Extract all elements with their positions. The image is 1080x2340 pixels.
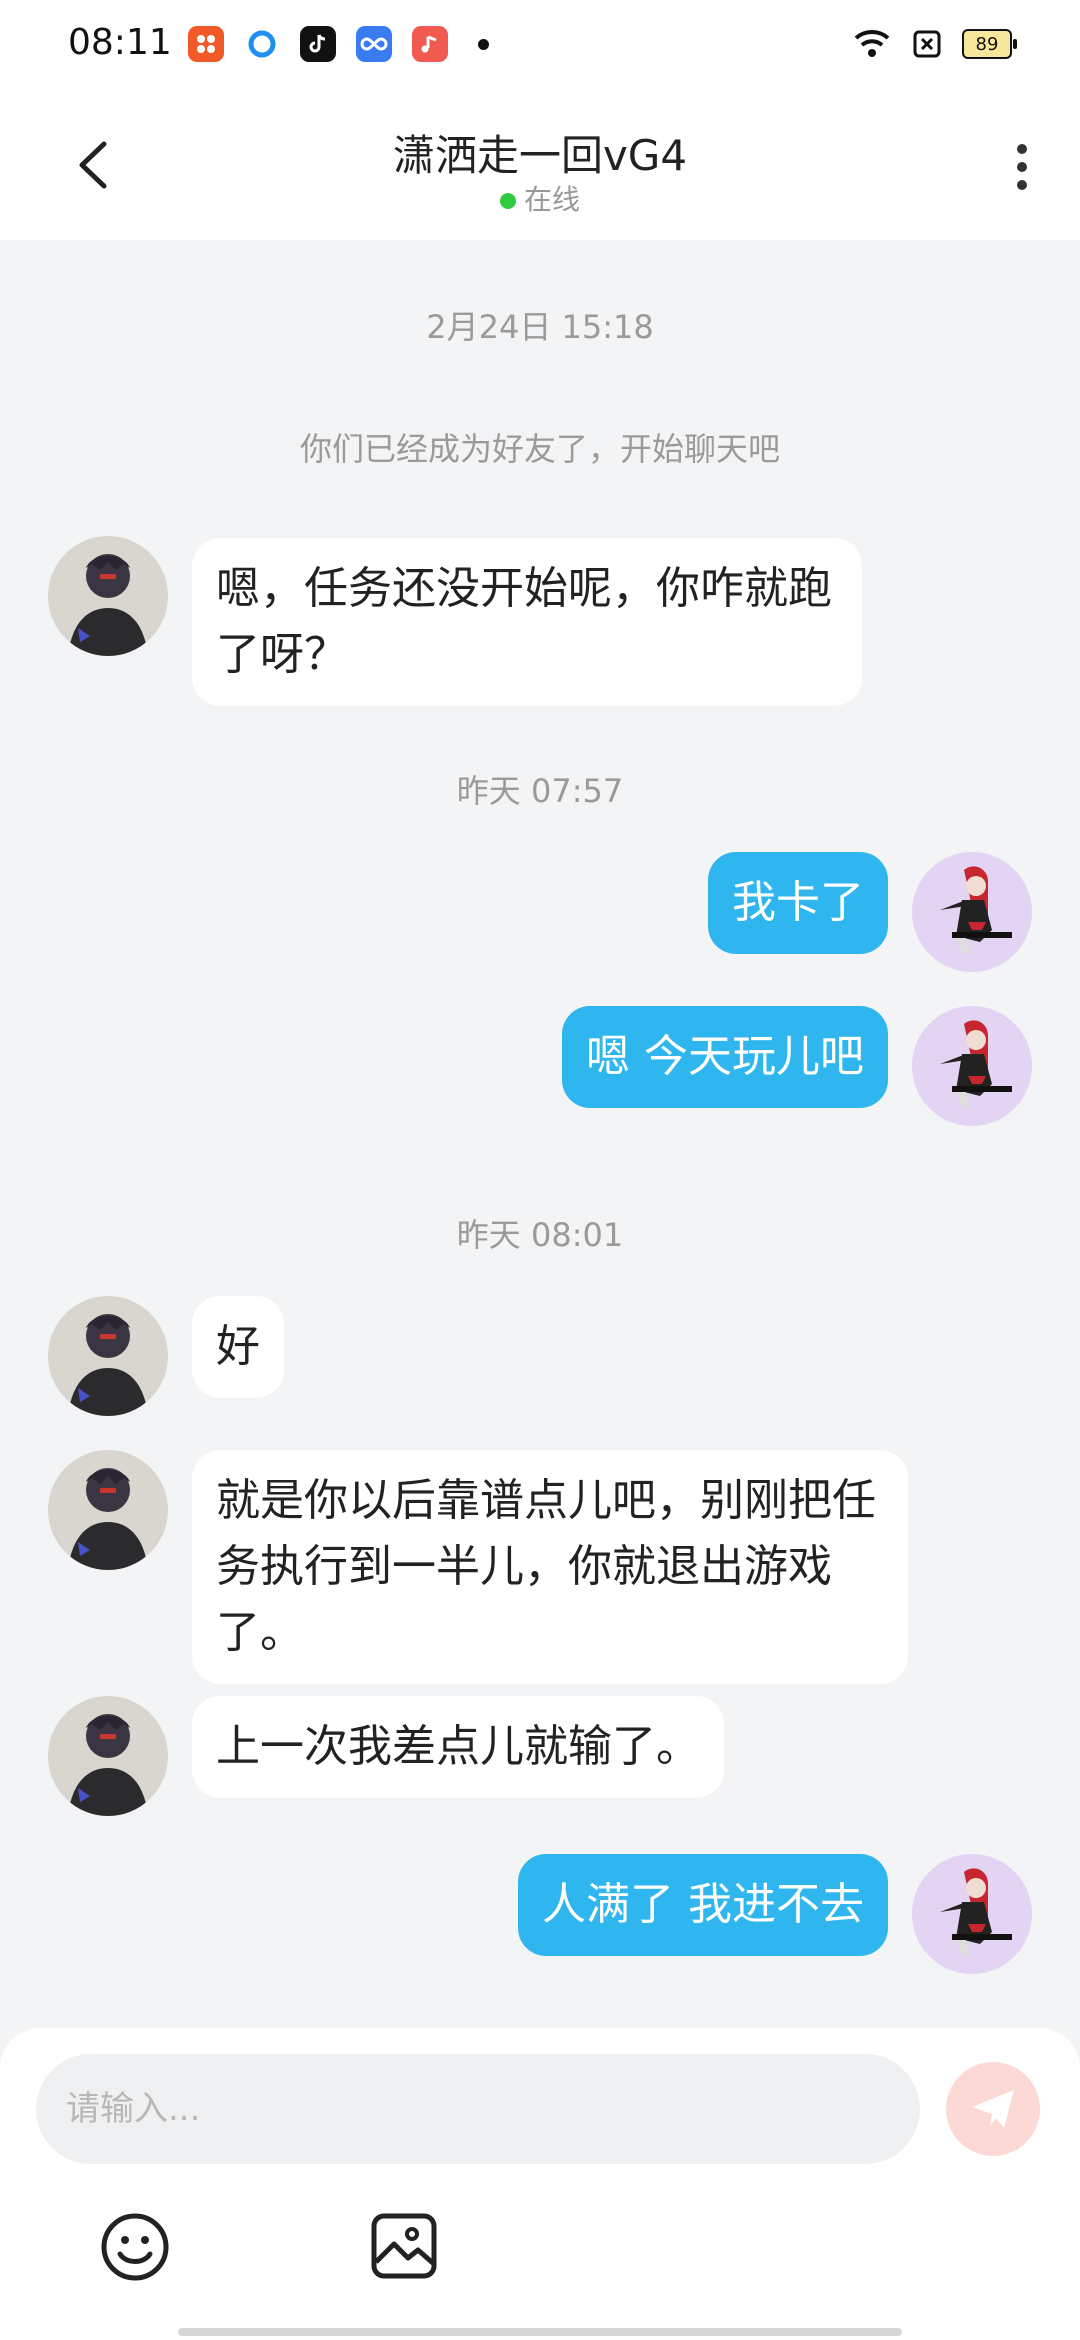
incoming-message[interactable]: 就是你以后靠谱点儿吧，别刚把任务执行到一半儿，你就退出游戏了。 (192, 1450, 908, 1684)
system-indicators: 89 (852, 28, 1017, 60)
outgoing-message[interactable]: 嗯 今天玩儿吧 (562, 1006, 888, 1108)
image-icon (371, 2213, 437, 2279)
online-dot-icon (499, 193, 516, 209)
chat-header: 潇洒走一回vG4 在线 (0, 96, 1080, 240)
incoming-message[interactable]: 嗯，任务还没开始呢，你咋就跑了呀？ (192, 538, 862, 706)
chat-title: 潇洒走一回vG4 (392, 131, 688, 180)
contact-avatar[interactable] (48, 1450, 168, 1570)
emoji-button[interactable] (100, 2212, 170, 2282)
battery-indicator: 89 (962, 29, 1017, 59)
my-avatar[interactable] (912, 1854, 1032, 1974)
music-icon (412, 26, 448, 62)
outgoing-message[interactable]: 人满了 我进不去 (518, 1854, 888, 1956)
status-bar: 08:11 89 (0, 0, 1080, 96)
sim-off-icon (913, 30, 941, 58)
more-options-button[interactable] (1010, 140, 1034, 194)
more-dot-icon (1017, 144, 1027, 154)
outgoing-message[interactable]: 我卡了 (708, 852, 888, 954)
message-list[interactable]: 2月24日 15:18 你们已经成为好友了，开始聊天吧 嗯，任务还没开始呢，你咋… (0, 240, 1080, 2030)
contact-avatar[interactable] (48, 536, 168, 656)
notification-icons (188, 26, 489, 62)
smiley-icon (101, 2213, 169, 2281)
online-status: 在线 (0, 178, 1080, 218)
image-button[interactable] (370, 2212, 438, 2280)
time-separator: 昨天 07:57 (456, 772, 624, 810)
time-separator: 昨天 08:01 (456, 1216, 624, 1254)
more-notifications-dot (478, 38, 489, 50)
send-button[interactable] (946, 2062, 1040, 2156)
contact-avatar[interactable] (48, 1296, 168, 1416)
incoming-message[interactable]: 上一次我差点儿就输了。 (192, 1696, 724, 1798)
status-time: 08:11 (68, 22, 172, 63)
incoming-message[interactable]: 好 (192, 1296, 284, 1398)
my-avatar[interactable] (912, 1006, 1032, 1126)
contact-avatar[interactable] (48, 1696, 168, 1816)
infinity-icon (356, 26, 392, 62)
more-dot-icon (1017, 180, 1027, 190)
message-input[interactable] (36, 2054, 920, 2164)
send-icon (972, 2090, 1014, 2128)
system-message: 你们已经成为好友了，开始聊天吧 (299, 430, 780, 468)
battery-level: 89 (975, 33, 999, 55)
browser-icon (244, 26, 280, 62)
my-avatar[interactable] (912, 852, 1032, 972)
message-composer (0, 2028, 1080, 2340)
online-status-text: 在线 (523, 183, 580, 216)
tiktok-icon (300, 26, 336, 62)
gesture-nav-bar[interactable] (178, 2328, 902, 2336)
time-separator: 2月24日 15:18 (426, 308, 654, 346)
wifi-icon (854, 30, 890, 57)
more-dot-icon (1017, 162, 1027, 172)
douyin-lite-icon (188, 26, 224, 62)
